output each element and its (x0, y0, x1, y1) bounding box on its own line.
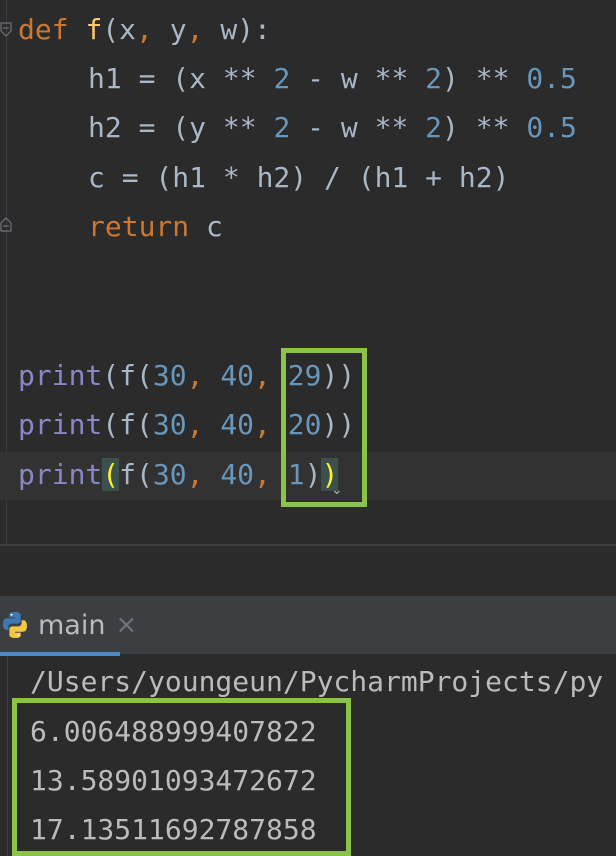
call-f: f( (119, 458, 153, 491)
param-y: y (169, 13, 187, 46)
code-editor[interactable]: def f(x, y, w): h1 = (x ** 2 - w ** 2) *… (0, 0, 616, 546)
code-line-print-1[interactable]: print(f(30, 40, 29)) (18, 356, 355, 396)
h2-expr: ) ** (442, 111, 527, 144)
h1-expr: - w ** (290, 62, 426, 95)
paren-open: ( (102, 13, 120, 46)
number-literal: 40 (220, 359, 255, 392)
console-output-line: 17.1351169278785​8 (30, 813, 317, 846)
param-w: w (220, 13, 238, 46)
fold-open-icon[interactable] (0, 22, 12, 38)
paren-close: ) (321, 359, 339, 392)
builtin-print: print (18, 408, 103, 441)
comma: , (254, 458, 288, 491)
paren-close: ) (321, 408, 339, 441)
code-line-c[interactable]: c = (h1 * h2) / (h1 + h2) (88, 158, 509, 198)
caret-indicator-icon: ⌄ (331, 482, 343, 498)
keyword-def: def (18, 13, 69, 46)
call-f: f( (119, 359, 153, 392)
code-line-h1[interactable]: h1 = (x ** 2 - w ** 2) ** 0.5 (88, 59, 577, 99)
matched-paren-open: ( (102, 458, 120, 491)
paren-close: ): (237, 13, 271, 46)
h2-expr: h2 = (y ** (88, 111, 274, 144)
comma: , (186, 408, 221, 441)
code-line-return[interactable]: return c (88, 207, 223, 247)
number-literal: 29 (287, 359, 322, 392)
code-line-h2[interactable]: h2 = (y ** 2 - w ** 2) ** 0.5 (88, 108, 577, 148)
console-path-line: /Users/youngeun/PycharmProjects/py (30, 665, 604, 698)
paren-close: ) (338, 359, 356, 392)
builtin-print: print (18, 458, 103, 491)
number-literal: 2 (273, 62, 291, 95)
h1-expr: ) ** (442, 62, 527, 95)
number-literal: 30 (152, 458, 187, 491)
console-output-line: 13.58901093472672 (30, 764, 317, 797)
comma: , (186, 13, 221, 46)
paren-open: ( (102, 359, 120, 392)
paren-close: ) (338, 408, 356, 441)
number-literal: 40 (220, 458, 255, 491)
number-literal: 1 (287, 458, 305, 491)
function-name: f (85, 13, 103, 46)
number-literal: 30 (152, 359, 187, 392)
h2-expr: - w ** (290, 111, 426, 144)
number-literal: 2 (425, 62, 443, 95)
number-literal: 0.5 (526, 62, 577, 95)
number-literal: 30 (152, 408, 187, 441)
code-line-print-3[interactable]: print(f(30, 40, 1)) (18, 455, 339, 495)
code-line-print-2[interactable]: print(f(30, 40, 20)) (18, 405, 355, 445)
number-literal: 2 (425, 111, 443, 144)
run-tab-main[interactable]: main × (0, 596, 160, 654)
call-f: f( (119, 408, 153, 441)
panel-splitter[interactable] (0, 546, 616, 596)
paren-open: ( (102, 408, 120, 441)
run-tool-tabbar: main × (0, 596, 616, 654)
comma: , (254, 359, 288, 392)
console-gutter (0, 656, 8, 856)
python-icon (3, 612, 27, 638)
number-literal: 20 (287, 408, 322, 441)
close-icon[interactable]: × (115, 610, 137, 640)
comma: , (136, 13, 170, 46)
param-x: x (119, 13, 137, 46)
comma: , (186, 359, 221, 392)
comma: , (254, 408, 288, 441)
run-tab-label: main (38, 609, 106, 641)
number-literal: 40 (220, 408, 255, 441)
number-literal: 2 (273, 111, 291, 144)
builtin-print: print (18, 359, 103, 392)
keyword-return: return (88, 210, 190, 243)
run-console[interactable]: /Users/youngeun/PycharmProjects/py 6.006… (0, 656, 616, 856)
number-literal: 0.5 (526, 111, 577, 144)
console-output-line: 6.006488999407822 (30, 715, 317, 748)
return-value: c (189, 210, 223, 243)
h1-expr: h1 = (x ** (88, 62, 274, 95)
fold-close-icon[interactable] (0, 216, 12, 232)
code-line-def[interactable]: def f(x, y, w): (18, 10, 271, 50)
comma: , (186, 458, 221, 491)
paren-close: ) (304, 458, 322, 491)
